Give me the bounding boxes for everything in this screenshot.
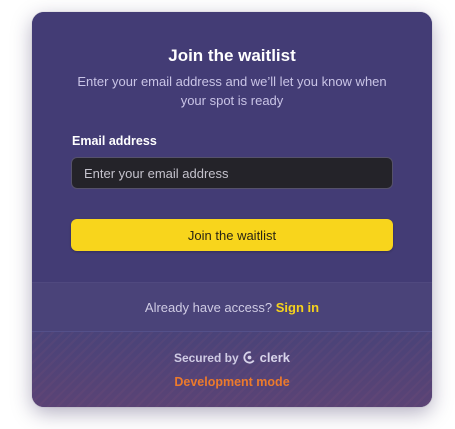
join-waitlist-button[interactable]: Join the waitlist xyxy=(71,219,393,251)
development-mode-badge: Development mode xyxy=(174,375,290,389)
card-footer: Secured by clerk Development mode xyxy=(32,332,432,407)
sign-in-link[interactable]: Sign in xyxy=(276,300,319,315)
clerk-logo-icon xyxy=(243,351,256,364)
secured-by-text: Secured by xyxy=(173,350,239,365)
email-label: Email address xyxy=(72,134,157,148)
waitlist-subtitle: Enter your email address and we’ll let y… xyxy=(77,74,387,108)
secured-by-clerk: Secured by clerk xyxy=(32,350,432,365)
waitlist-title: Join the waitlist xyxy=(168,46,296,65)
email-input[interactable] xyxy=(71,157,393,189)
access-question: Already have access? xyxy=(144,300,273,315)
clerk-brand-name: clerk xyxy=(259,350,291,365)
sign-in-prompt: Already have access? Sign in xyxy=(32,282,432,332)
waitlist-main-section: Join the waitlist Enter your email addre… xyxy=(32,12,432,282)
waitlist-card: Join the waitlist Enter your email addre… xyxy=(32,12,432,407)
